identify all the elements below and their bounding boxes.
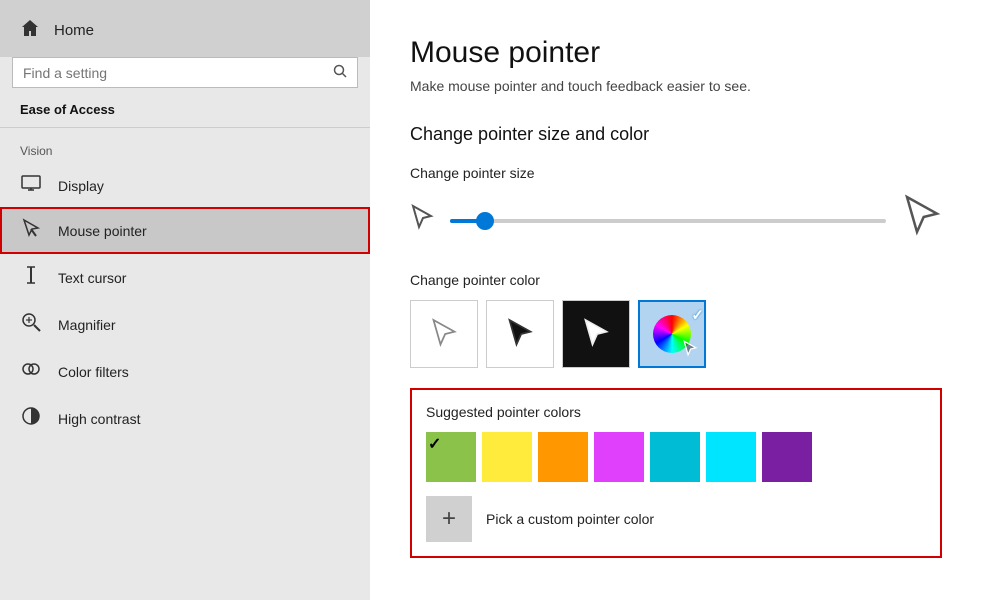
mouse-pointer-label: Mouse pointer: [58, 223, 147, 239]
sidebar-item-home[interactable]: Home: [0, 0, 370, 57]
swatch-orange[interactable]: [538, 432, 588, 482]
sidebar-home-label: Home: [54, 22, 94, 39]
size-slider-track[interactable]: [450, 219, 886, 223]
suggested-colors-title: Suggested pointer colors: [426, 404, 926, 420]
color-swatches: ✓: [426, 432, 926, 482]
pointer-color-label: Change pointer color: [410, 272, 942, 288]
magnifier-label: Magnifier: [58, 317, 116, 333]
pointer-size-slider-row: [410, 193, 942, 248]
text-cursor-label: Text cursor: [58, 270, 126, 286]
ease-access-label: Ease of Access: [0, 102, 370, 127]
vision-section-label: Vision: [0, 136, 370, 164]
display-icon: [20, 175, 42, 196]
sidebar-item-magnifier[interactable]: Magnifier: [0, 301, 370, 348]
swatch-check-lime: ✓: [428, 434, 441, 454]
page-subtitle: Make mouse pointer and touch feedback ea…: [410, 78, 942, 94]
swatch-lightcyan[interactable]: [706, 432, 756, 482]
cursor-large-icon: [902, 193, 942, 248]
search-input[interactable]: [23, 65, 325, 81]
sidebar-item-text-cursor[interactable]: Text cursor: [0, 254, 370, 301]
section-title: Change pointer size and color: [410, 124, 942, 145]
swatch-purple[interactable]: [762, 432, 812, 482]
custom-color-plus-box[interactable]: +: [426, 496, 472, 542]
swatch-yellow[interactable]: [482, 432, 532, 482]
magnifier-icon: [20, 312, 42, 337]
high-contrast-icon: [20, 406, 42, 431]
swatch-cyan[interactable]: [650, 432, 700, 482]
color-option-inverted[interactable]: [562, 300, 630, 368]
slider-thumb[interactable]: [476, 212, 494, 230]
display-label: Display: [58, 178, 104, 194]
pointer-size-label: Change pointer size: [410, 165, 942, 181]
mouse-pointer-icon: [20, 218, 42, 243]
color-option-black[interactable]: [486, 300, 554, 368]
sidebar: Home Ease of Access Vision Display: [0, 0, 370, 600]
sidebar-item-mouse-pointer[interactable]: Mouse pointer: [0, 207, 370, 254]
pointer-color-options: ✓: [410, 300, 942, 368]
sidebar-item-high-contrast[interactable]: High contrast: [0, 395, 370, 442]
high-contrast-label: High contrast: [58, 411, 140, 427]
custom-color-label: Pick a custom pointer color: [486, 511, 654, 527]
color-option-white[interactable]: [410, 300, 478, 368]
cursor-small-icon: [410, 204, 434, 237]
search-box: [12, 57, 358, 88]
plus-icon: +: [442, 505, 456, 533]
color-option-custom[interactable]: ✓: [638, 300, 706, 368]
main-content: Mouse pointer Make mouse pointer and tou…: [370, 0, 982, 600]
text-cursor-icon: [20, 265, 42, 290]
search-icon[interactable]: [333, 64, 347, 81]
home-icon: [20, 18, 40, 43]
custom-color-row[interactable]: + Pick a custom pointer color: [426, 496, 926, 542]
color-filters-icon: [20, 359, 42, 384]
page-title: Mouse pointer: [410, 36, 942, 70]
color-filters-label: Color filters: [58, 364, 129, 380]
swatch-magenta[interactable]: [594, 432, 644, 482]
sidebar-divider: [0, 127, 370, 128]
sidebar-item-display[interactable]: Display: [0, 164, 370, 207]
swatch-lime[interactable]: ✓: [426, 432, 476, 482]
sidebar-item-color-filters[interactable]: Color filters: [0, 348, 370, 395]
suggested-colors-box: Suggested pointer colors ✓ + Pick a cu: [410, 388, 942, 558]
